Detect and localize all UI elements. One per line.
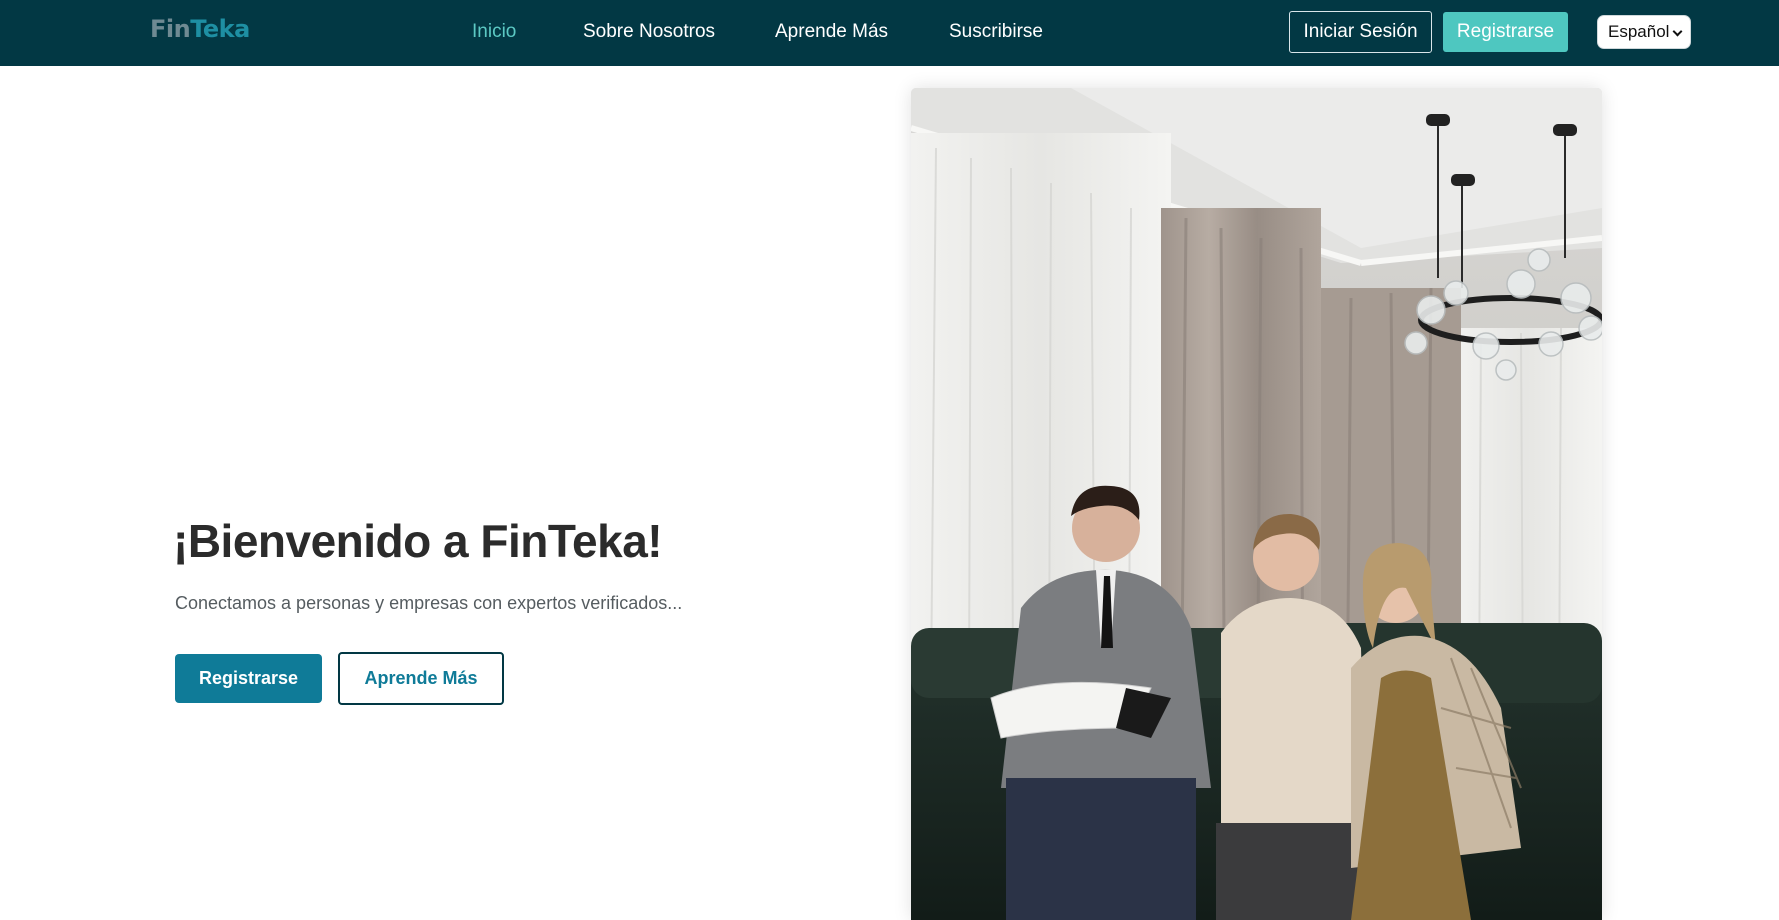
register-button-header[interactable]: Registrarse [1443, 12, 1568, 52]
nav-link-suscribirse[interactable]: Suscribirse [949, 21, 1043, 43]
nav-link-inicio[interactable]: Inicio [472, 21, 516, 43]
hero-image [911, 88, 1602, 920]
language-select-value: Español [1608, 22, 1670, 41]
hero-photo-illustration [911, 88, 1602, 920]
nav-link-sobre-nosotros[interactable]: Sobre Nosotros [583, 21, 715, 43]
hero-subtitle: Conectamos a personas y empresas con exp… [175, 593, 683, 613]
finteka-logo[interactable]: FinTeka [150, 14, 250, 44]
logo-teka-text: Teka [190, 15, 250, 43]
top-navigation-bar: FinTeka Inicio Sobre Nosotros Aprende Má… [0, 0, 1779, 66]
logo-fin-text: Fin [150, 15, 191, 43]
language-select[interactable]: Español [1597, 15, 1691, 49]
hero-title: ¡Bienvenido a FinTeka! [173, 515, 663, 567]
learn-more-button[interactable]: Aprende Más [338, 652, 504, 705]
nav-link-aprende-mas[interactable]: Aprende Más [775, 21, 888, 43]
chevron-down-icon [1672, 26, 1683, 37]
register-button-hero[interactable]: Registrarse [175, 654, 322, 703]
login-button[interactable]: Iniciar Sesión [1289, 11, 1432, 53]
